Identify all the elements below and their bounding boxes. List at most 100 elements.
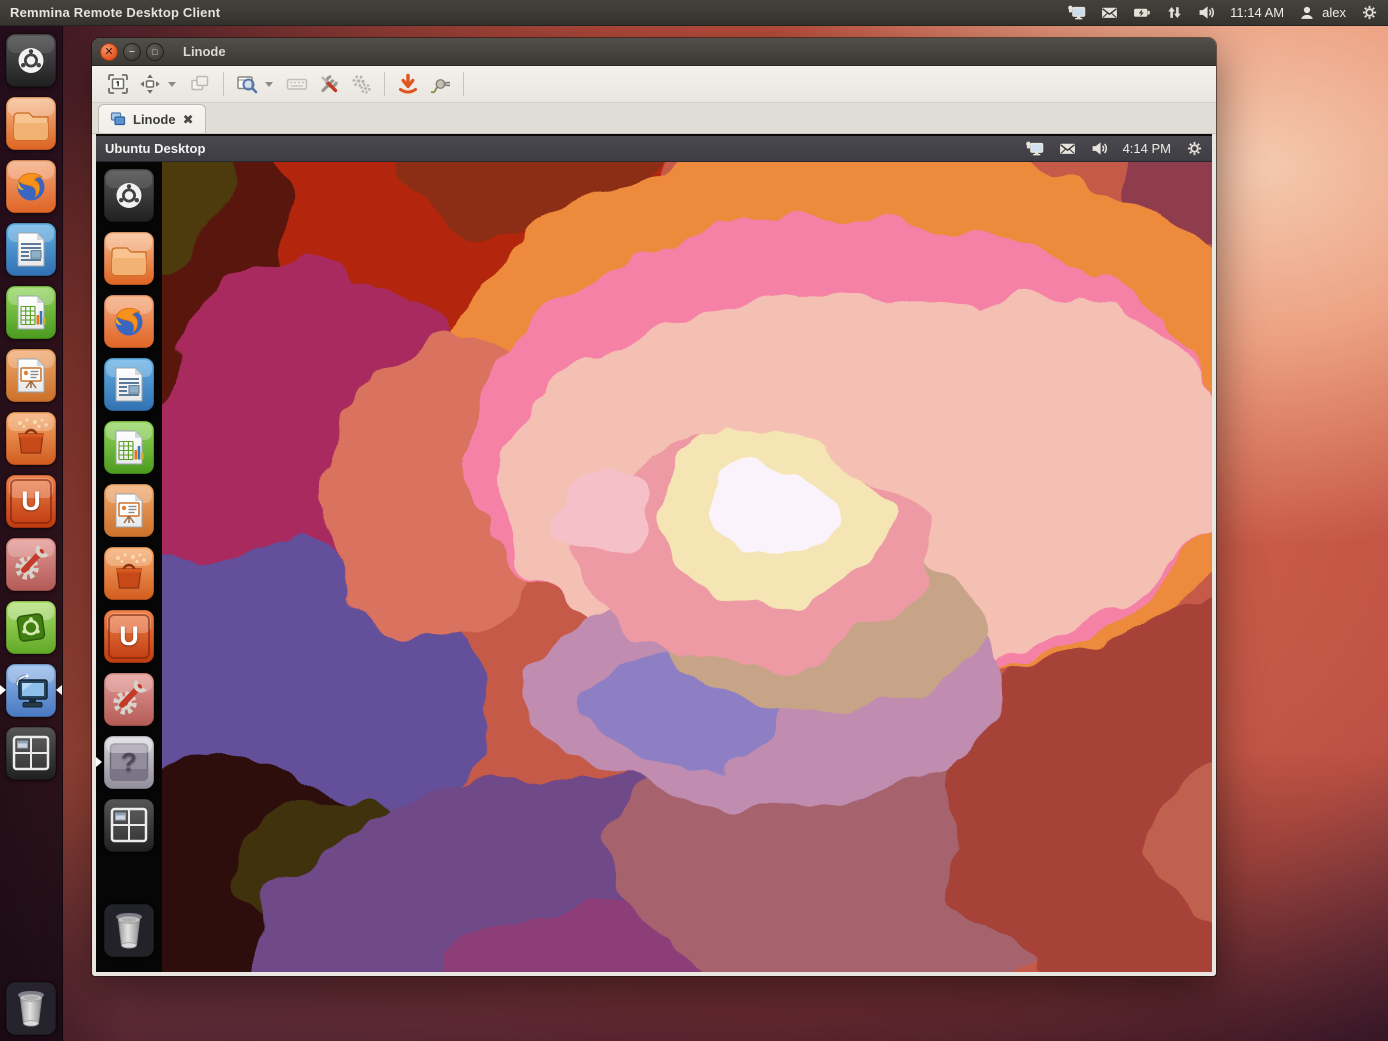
system-settings-icon <box>5 537 57 592</box>
host-tray: 11:14 AM alex <box>1067 4 1378 21</box>
preferences-tools-icon <box>317 72 341 96</box>
tools-gears-icon <box>349 72 373 96</box>
launcher-item-trash[interactable] <box>5 981 57 1036</box>
ubuntu-dash-icon <box>5 33 57 88</box>
window-close-button[interactable]: ✕ <box>100 43 118 61</box>
libreoffice-impress-icon <box>103 483 155 538</box>
software-updater-icon <box>5 600 57 655</box>
trash-icon <box>103 903 155 958</box>
host-clock[interactable]: 11:14 AM <box>1230 5 1284 20</box>
running-pip-icon <box>96 757 102 767</box>
launcher-item-firefox[interactable] <box>5 159 57 214</box>
fullscreen-button[interactable] <box>134 69 166 99</box>
remote-launcher-item-dash[interactable] <box>103 168 155 223</box>
scaled-mode-button[interactable] <box>231 69 263 99</box>
launcher-item-files[interactable] <box>5 96 57 151</box>
workspace-switcher-icon <box>103 798 155 853</box>
system-settings-icon <box>103 672 155 727</box>
minimize-window-icon <box>396 72 420 96</box>
unknown-app-icon <box>103 735 155 790</box>
launcher-item-dash[interactable] <box>5 33 57 88</box>
launcher-item-workspaces[interactable] <box>5 726 57 781</box>
firefox-icon <box>103 294 155 349</box>
remote-session-view: Ubuntu Desktop 4:14 PM <box>96 134 1212 972</box>
remote-monitor-icon[interactable] <box>1025 140 1044 157</box>
unity-launcher: U <box>0 26 63 1041</box>
desktop-screen: Remmina Remote Desktop Client 11:14 AM a… <box>0 0 1388 1041</box>
network-sync-arrows-icon[interactable] <box>1166 4 1183 21</box>
remote-launcher-item-workspaces[interactable] <box>103 798 155 853</box>
connection-toolbar <box>92 66 1216 103</box>
window-minimize-button[interactable]: – <box>123 43 141 61</box>
toolbar-separator <box>223 72 224 96</box>
grab-keyboard-button[interactable] <box>281 69 313 99</box>
launcher-item-software-center[interactable] <box>5 411 57 466</box>
remote-launcher-item-trash[interactable] <box>103 903 155 958</box>
session-gear-icon[interactable] <box>1186 140 1203 157</box>
remmina-icon <box>5 663 57 718</box>
focused-pip-icon <box>56 685 62 695</box>
remote-launcher-item-writer[interactable] <box>103 357 155 412</box>
connection-tabbar: Linode ✖ <box>92 103 1216 134</box>
active-app-title: Remmina Remote Desktop Client <box>10 5 220 20</box>
host-top-panel: Remmina Remote Desktop Client 11:14 AM a… <box>0 0 1388 26</box>
remote-launcher-item-impress[interactable] <box>103 483 155 538</box>
remote-tray: 4:14 PM <box>1025 140 1203 157</box>
remote-launcher-item-ubuntu-one[interactable]: U <box>103 609 155 664</box>
volume-icon[interactable] <box>1091 140 1108 157</box>
remote-launcher-item-calc[interactable] <box>103 420 155 475</box>
remote-launcher-item-software-center[interactable] <box>103 546 155 601</box>
launcher-item-calc[interactable] <box>5 285 57 340</box>
ubuntu-one-icon <box>5 474 57 529</box>
mail-envelope-icon[interactable] <box>1059 140 1076 157</box>
volume-icon[interactable] <box>1198 4 1215 21</box>
remote-desktop-wallpaper[interactable] <box>162 162 1212 972</box>
fit-window-icon <box>106 72 130 96</box>
session-gear-icon[interactable] <box>1361 4 1378 21</box>
remote-windows-icon <box>110 111 126 127</box>
duplicate-connection-button[interactable] <box>184 69 216 99</box>
user-icon[interactable] <box>1299 5 1315 21</box>
fullscreen-icon <box>138 72 162 96</box>
software-center-icon <box>103 546 155 601</box>
username-label[interactable]: alex <box>1322 5 1346 20</box>
fullscreen-options-caret-icon[interactable] <box>168 82 176 87</box>
launcher-item-updater[interactable] <box>5 600 57 655</box>
ubuntu-dash-icon <box>103 168 155 223</box>
libreoffice-impress-icon <box>5 348 57 403</box>
launcher-item-impress[interactable] <box>5 348 57 403</box>
files-folder-icon <box>5 96 57 151</box>
tab-close-icon[interactable]: ✖ <box>183 113 194 126</box>
libreoffice-calc-icon <box>103 420 155 475</box>
launcher-item-settings[interactable] <box>5 537 57 592</box>
remote-launcher-item-unknown-app[interactable]: ? <box>103 735 155 790</box>
window-title: Linode <box>183 44 226 59</box>
toolbar-separator <box>463 72 464 96</box>
remote-top-panel: Ubuntu Desktop 4:14 PM <box>96 136 1212 162</box>
minimize-window-button[interactable] <box>392 69 424 99</box>
launcher-item-writer[interactable] <box>5 222 57 277</box>
remote-clock[interactable]: 4:14 PM <box>1123 141 1171 156</box>
remote-panel-title: Ubuntu Desktop <box>105 141 205 156</box>
fit-window-button[interactable] <box>102 69 134 99</box>
disconnect-button[interactable] <box>424 69 456 99</box>
scale-options-caret-icon[interactable] <box>265 82 273 87</box>
remote-monitor-icon[interactable] <box>1067 4 1086 21</box>
tools-button[interactable] <box>345 69 377 99</box>
trash-icon <box>5 981 57 1036</box>
remote-desktop-area[interactable] <box>162 162 1212 972</box>
remote-launcher-item-firefox[interactable] <box>103 294 155 349</box>
launcher-item-remmina[interactable] <box>5 663 57 718</box>
window-titlebar[interactable]: ✕ – □ Linode <box>92 38 1216 66</box>
battery-icon[interactable] <box>1133 4 1151 21</box>
window-maximize-button[interactable]: □ <box>146 43 164 61</box>
tab-label: Linode <box>133 112 176 127</box>
duplicate-connection-icon <box>188 72 212 96</box>
mail-envelope-icon[interactable] <box>1101 4 1118 21</box>
remote-launcher-item-files[interactable] <box>103 231 155 286</box>
workspace-switcher-icon <box>5 726 57 781</box>
remote-launcher-item-settings[interactable] <box>103 672 155 727</box>
tab-linode[interactable]: Linode ✖ <box>98 104 206 133</box>
launcher-item-ubuntu-one[interactable]: U <box>5 474 57 529</box>
preferences-button[interactable] <box>313 69 345 99</box>
